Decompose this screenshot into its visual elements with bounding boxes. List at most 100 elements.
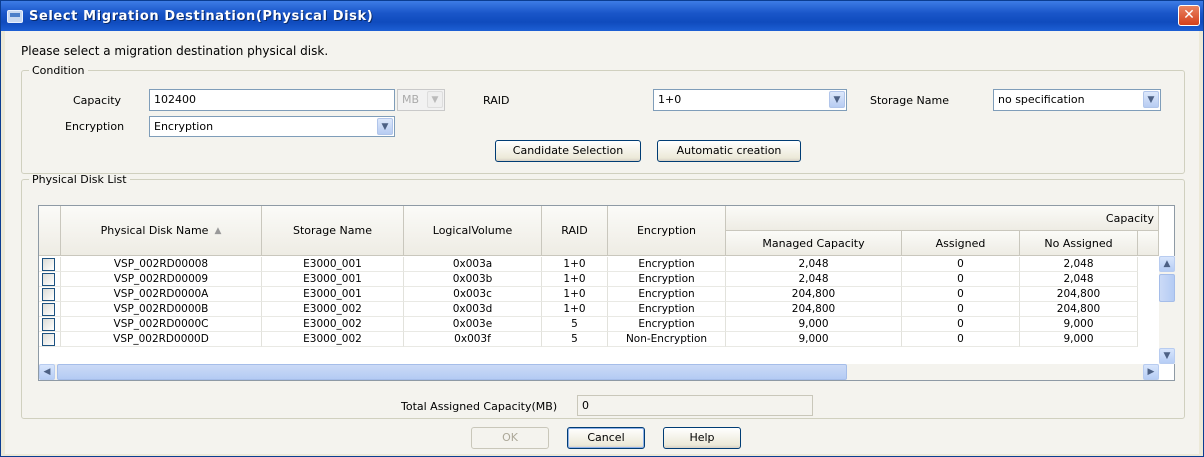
column-physical-disk-name-label: Physical Disk Name (100, 224, 209, 237)
logical-volume-cell: 0x003b (404, 272, 542, 287)
no-assigned-cell: 204,800 (1020, 287, 1138, 302)
arrow-down-icon[interactable]: ▼ (1159, 348, 1175, 364)
row-checkbox[interactable] (42, 318, 55, 331)
managed-capacity-cell: 2,048 (726, 272, 902, 287)
unit-value: MB (402, 93, 420, 106)
total-assigned-capacity-field: 0 (577, 395, 813, 416)
horizontal-scrollbar[interactable]: ◀ ▶ (39, 364, 1159, 380)
table-row[interactable]: VSP_002RD0000B E3000_002 0x003d 1+0 Encr… (39, 302, 1159, 317)
unit-select[interactable]: MB ▼ (397, 89, 445, 111)
column-logical-volume[interactable]: LogicalVolume (404, 206, 542, 256)
raid-cell: 1+0 (542, 257, 608, 272)
column-encryption[interactable]: Encryption (608, 206, 726, 256)
instruction-text: Please select a migration destination ph… (21, 44, 329, 58)
arrow-up-icon[interactable]: ▲ (1159, 256, 1175, 272)
logical-volume-cell: 0x003e (404, 317, 542, 332)
window-icon (7, 9, 23, 23)
arrow-left-icon[interactable]: ◀ (39, 364, 55, 380)
raid-label: RAID (483, 94, 510, 107)
ok-button[interactable]: OK (471, 427, 549, 449)
storage-name-cell: E3000_001 (262, 257, 404, 272)
managed-capacity-cell: 204,800 (726, 287, 902, 302)
close-icon[interactable]: ✕ (1178, 5, 1200, 26)
storage-name-cell: E3000_002 (262, 317, 404, 332)
sort-ascending-icon: ▲ (214, 225, 222, 236)
storage-name-cell: E3000_001 (262, 272, 404, 287)
assigned-cell: 0 (902, 257, 1020, 272)
dialog-window: Select Migration Destination(Physical Di… (0, 0, 1204, 457)
column-storage-name[interactable]: Storage Name (262, 206, 404, 256)
encryption-cell: Encryption (608, 317, 726, 332)
horizontal-scroll-thumb[interactable] (57, 364, 847, 380)
chevron-down-icon[interactable]: ▼ (377, 118, 393, 135)
row-checkbox[interactable] (42, 303, 55, 316)
physical-disk-name-cell: VSP_002RD0000D (61, 332, 262, 347)
row-select-cell (39, 332, 61, 347)
physical-disk-name-cell: VSP_002RD00009 (61, 272, 262, 287)
physical-disk-list-legend: Physical Disk List (32, 173, 127, 186)
managed-capacity-cell: 204,800 (726, 302, 902, 317)
storage-name-cell: E3000_001 (262, 287, 404, 302)
storage-name-cell: E3000_002 (262, 332, 404, 347)
assigned-cell: 0 (902, 272, 1020, 287)
encryption-value: Encryption (154, 120, 214, 133)
encryption-cell: Encryption (608, 257, 726, 272)
candidate-selection-button[interactable]: Candidate Selection (495, 140, 641, 162)
no-assigned-cell: 9,000 (1020, 332, 1138, 347)
chevron-down-icon[interactable]: ▼ (829, 91, 845, 108)
managed-capacity-cell: 2,048 (726, 257, 902, 272)
raid-select[interactable]: 1+0 ▼ (653, 89, 847, 111)
raid-cell: 5 (542, 332, 608, 347)
table-row[interactable]: VSP_002RD0000C E3000_002 0x003e 5 Encryp… (39, 317, 1159, 332)
no-assigned-cell: 204,800 (1020, 302, 1138, 317)
physical-disk-name-cell: VSP_002RD00008 (61, 257, 262, 272)
row-checkbox[interactable] (42, 333, 55, 346)
column-no-assigned[interactable]: No Assigned (1020, 231, 1138, 256)
column-physical-disk-name[interactable]: Physical Disk Name ▲ (61, 206, 262, 256)
row-select-cell (39, 287, 61, 302)
row-checkbox[interactable] (42, 273, 55, 286)
column-assigned[interactable]: Assigned (902, 231, 1020, 256)
column-group-capacity: Capacity (726, 206, 1159, 231)
assigned-cell: 0 (902, 287, 1020, 302)
table-row[interactable]: VSP_002RD0000A E3000_001 0x003c 1+0 Encr… (39, 287, 1159, 302)
raid-value: 1+0 (658, 93, 682, 106)
raid-cell: 5 (542, 317, 608, 332)
help-button[interactable]: Help (663, 427, 741, 449)
row-checkbox[interactable] (42, 288, 55, 301)
managed-capacity-cell: 9,000 (726, 317, 902, 332)
table-row[interactable]: VSP_002RD0000D E3000_002 0x003f 5 Non-En… (39, 332, 1159, 347)
logical-volume-cell: 0x003c (404, 287, 542, 302)
column-managed-capacity[interactable]: Managed Capacity (726, 231, 902, 256)
total-assigned-capacity-label: Total Assigned Capacity(MB) (401, 400, 558, 413)
title-bar[interactable]: Select Migration Destination(Physical Di… (1, 1, 1203, 31)
physical-disk-table: Physical Disk Name ▲ Storage Name Logica… (38, 205, 1175, 381)
capacity-label: Capacity (73, 94, 122, 107)
row-select-cell (39, 317, 61, 332)
raid-cell: 1+0 (542, 287, 608, 302)
managed-capacity-cell: 9,000 (726, 332, 902, 347)
vertical-scrollbar[interactable]: ▲ ▼ (1159, 256, 1175, 364)
table-row[interactable]: VSP_002RD00008 E3000_001 0x003a 1+0 Encr… (39, 257, 1159, 272)
chevron-down-icon[interactable]: ▼ (427, 91, 443, 108)
column-raid[interactable]: RAID (542, 206, 608, 256)
encryption-select[interactable]: Encryption ▼ (149, 116, 395, 137)
encryption-label: Encryption (65, 120, 125, 133)
chevron-down-icon[interactable]: ▼ (1143, 91, 1159, 108)
encryption-cell: Non-Encryption (608, 332, 726, 347)
no-assigned-cell: 2,048 (1020, 272, 1138, 287)
vertical-scroll-thumb[interactable] (1159, 274, 1175, 302)
table-header: Physical Disk Name ▲ Storage Name Logica… (39, 206, 1159, 256)
row-checkbox[interactable] (42, 258, 55, 271)
capacity-input[interactable]: 102400 (149, 89, 395, 111)
storage-name-label: Storage Name (870, 94, 949, 107)
cancel-button[interactable]: Cancel (567, 427, 645, 449)
automatic-creation-button[interactable]: Automatic creation (657, 140, 801, 162)
arrow-right-icon[interactable]: ▶ (1143, 364, 1159, 380)
storage-name-select[interactable]: no specification ▼ (993, 89, 1161, 111)
table-row[interactable]: VSP_002RD00009 E3000_001 0x003b 1+0 Encr… (39, 272, 1159, 287)
storage-name-cell: E3000_002 (262, 302, 404, 317)
physical-disk-name-cell: VSP_002RD0000B (61, 302, 262, 317)
raid-cell: 1+0 (542, 302, 608, 317)
logical-volume-cell: 0x003f (404, 332, 542, 347)
